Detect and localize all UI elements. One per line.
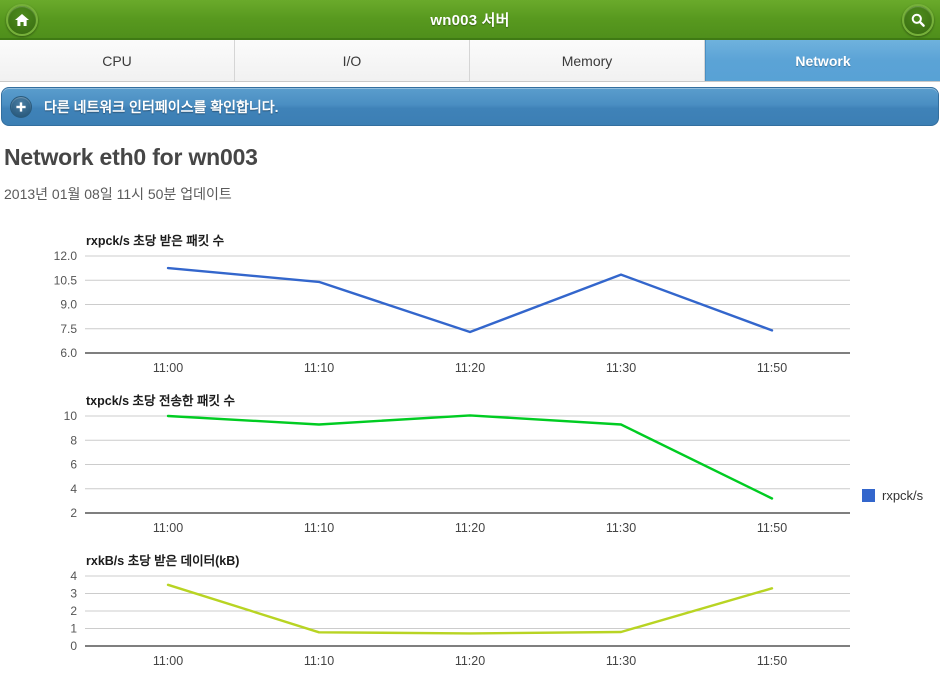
y-axis-tick-label: 9.0 — [60, 298, 77, 312]
x-axis-tick-label: 11:50 — [757, 654, 787, 668]
page-updated-time: 2013년 01월 08일 11시 50분 업데이트 — [4, 186, 232, 202]
x-axis-tick-label: 11:50 — [757, 521, 787, 535]
charts-container: rxpck/s 초당 받은 패킷 수 12.0 10.5 9.0 7.5 6.0 11:0… — [0, 220, 940, 681]
other-interfaces-label: 다른 네트워크 인터페이스를 확인합니다. — [44, 98, 279, 115]
y-axis-tick-label: 8 — [70, 433, 77, 447]
tab-io-label: I/O — [342, 52, 362, 69]
chart-rxpck-plot: 12.0 10.5 9.0 7.5 6.0 11:00 11:10 11:20 11:30 11:… — [54, 249, 850, 375]
y-axis-tick-label: 12.0 — [54, 249, 78, 263]
y-axis-tick-label: 6.0 — [60, 346, 77, 360]
series-line — [166, 414, 774, 500]
y-axis-tick-label: 7.5 — [60, 322, 77, 336]
chart-rxkb: rxkB/s 초당 받은 데이터(kB) 4 3 2 1 0 11:00 11:10 11:2… — [0, 540, 940, 681]
y-axis-tick-label: 4 — [70, 569, 77, 583]
x-axis-tick-label: 11:10 — [304, 361, 334, 375]
chart-txpck: txpck/s 초당 전송한 패킷 수 10 8 6 4 2 11:00 11:10 11:2… — [0, 380, 940, 540]
series-line — [166, 583, 774, 635]
plus-circle-icon — [10, 95, 32, 118]
search-icon — [910, 12, 926, 28]
series-line — [166, 266, 774, 334]
y-axis-tick-label: 4 — [70, 482, 77, 496]
tab-memory[interactable]: Memory — [470, 40, 705, 81]
x-axis-tick-label: 11:20 — [455, 521, 485, 535]
page-title-header: wn003 서버 — [430, 11, 510, 29]
x-axis-tick-label: 11:30 — [606, 521, 636, 535]
chart-rxpck: rxpck/s 초당 받은 패킷 수 12.0 10.5 9.0 7.5 6.0 11:0… — [0, 220, 940, 503]
home-button[interactable] — [6, 4, 38, 36]
tab-network-label: Network — [795, 52, 851, 69]
tab-bar: CPU I/O Memory Network — [0, 40, 940, 82]
notice-banner-wrap: 다른 네트워크 인터페이스를 확인합니다. — [0, 82, 940, 126]
x-axis-tick-label: 11:20 — [455, 361, 485, 375]
chart-txpck-plot: 10 8 6 4 2 11:00 11:10 11:20 11:30 11:50 — [64, 409, 850, 535]
chart-rxkb-plot: 4 3 2 1 0 11:00 11:10 11:20 11:30 11:50 — [70, 569, 850, 668]
x-axis-tick-label: 11:30 — [606, 361, 636, 375]
x-axis-tick-label: 11:10 — [304, 654, 334, 668]
y-axis-tick-label: 10 — [64, 409, 78, 423]
y-axis-tick-label: 10.5 — [54, 273, 78, 287]
tab-network[interactable]: Network — [705, 40, 940, 81]
y-axis-tick-label: 2 — [70, 506, 77, 520]
tab-io[interactable]: I/O — [235, 40, 470, 81]
search-button[interactable] — [902, 4, 934, 36]
y-axis-tick-label: 1 — [70, 622, 77, 636]
x-axis-tick-label: 11:20 — [455, 654, 485, 668]
x-axis-tick-label: 11:30 — [606, 654, 636, 668]
tab-cpu[interactable]: CPU — [0, 40, 235, 81]
x-axis-tick-label: 11:10 — [304, 521, 334, 535]
other-interfaces-banner[interactable]: 다른 네트워크 인터페이스를 확인합니다. — [1, 87, 939, 126]
page-heading: Network eth0 for wn003 2013년 01월 08일 11시… — [0, 126, 940, 204]
x-axis-tick-label: 11:50 — [757, 361, 787, 375]
page-title: Network eth0 for wn003 — [4, 144, 258, 170]
x-axis-tick-label: 11:00 — [153, 361, 183, 375]
tab-memory-label: Memory — [561, 52, 613, 69]
y-axis-tick-label: 6 — [70, 458, 77, 472]
y-axis-tick-label: 0 — [70, 639, 77, 653]
x-axis-tick-label: 11:00 — [153, 521, 183, 535]
app-header: wn003 서버 — [0, 0, 940, 40]
y-axis-tick-label: 3 — [70, 587, 77, 601]
home-icon — [14, 12, 30, 28]
y-axis-tick-label: 2 — [70, 604, 77, 618]
tab-cpu-label: CPU — [102, 52, 132, 69]
x-axis-tick-label: 11:00 — [153, 654, 183, 668]
